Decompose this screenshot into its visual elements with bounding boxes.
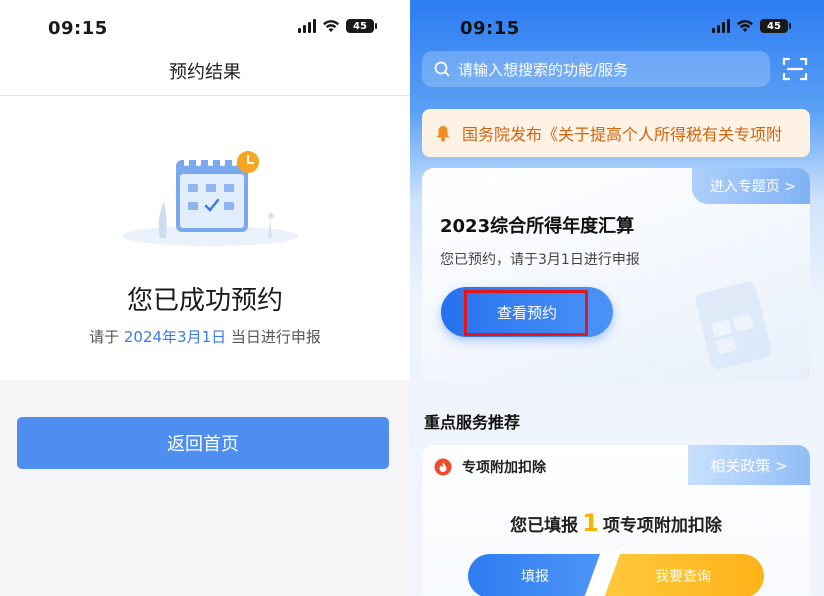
signal-icon [298, 19, 316, 33]
divider [0, 95, 410, 96]
filled-prefix: 您已填报 [510, 516, 579, 536]
declaration-date: 2024年3月1日 [123, 328, 227, 346]
battery-icon: 45 [346, 19, 377, 33]
related-policy-link[interactable]: 相关政策 > [688, 445, 810, 485]
search-placeholder: 请输入想搜索的功能/服务 [458, 60, 629, 79]
card-title: 2023综合所得年度汇算 [440, 216, 635, 237]
query-button[interactable]: 我要查询 [602, 554, 764, 596]
status-bar: 09:15 45 [410, 0, 824, 44]
view-booking-button[interactable]: 查看预约 [441, 287, 613, 337]
status-time: 09:15 [460, 18, 520, 39]
service-label: 专项附加扣除 [462, 460, 546, 476]
notice-text: 国务院发布《关于提高个人所得税有关专项附 [462, 125, 783, 144]
fill-button[interactable]: 填报 [468, 554, 602, 596]
signal-icon [712, 19, 730, 33]
card-subtitle: 您已预约，请于3月1日进行申报 [440, 252, 640, 268]
success-title: 您已成功预约 [126, 286, 283, 316]
search-input[interactable]: 请输入想搜索的功能/服务 [422, 51, 770, 87]
tax-home-screen: 09:15 45 请输入想搜索的功能/服务 国务院发布《关于提高个人所得税有关专… [410, 0, 824, 596]
special-deduction-card: 专项附加扣除 相关政策 > 您已填报 1 项专项附加扣除 填报 我要查询 [422, 445, 810, 596]
sub-prefix: 请于 [89, 328, 120, 346]
booking-result-screen: 09:15 45 预约结果 您已成功预约 请于 2024年3月1日 当日进行申报… [0, 0, 410, 596]
annual-settlement-card: 进入专题页 > 2023综合所得年度汇算 您已预约，请于3月1日进行申报 查看预… [422, 168, 810, 382]
filled-count: 1 [582, 509, 599, 537]
document-decoration-icon [695, 281, 772, 370]
status-bar: 09:15 45 [0, 0, 410, 44]
notice-banner[interactable]: 国务院发布《关于提高个人所得税有关专项附 [422, 109, 810, 157]
section-title: 重点服务推荐 [424, 413, 521, 432]
service-header: 专项附加扣除 [434, 457, 546, 477]
battery-icon: 45 [760, 19, 791, 33]
back-home-button[interactable]: 返回首页 [17, 417, 389, 469]
success-subtitle: 请于 2024年3月1日 当日进行申报 [0, 326, 410, 347]
page-title: 预约结果 [169, 62, 241, 83]
filled-summary: 您已填报 1 项专项附加扣除 [422, 509, 810, 537]
wifi-icon [323, 20, 339, 32]
scan-icon[interactable] [782, 56, 808, 82]
filled-suffix: 项专项附加扣除 [602, 516, 722, 536]
flame-icon [434, 458, 452, 476]
calendar-check-illustration [122, 151, 298, 246]
enter-topic-link[interactable]: 进入专题页 > [691, 168, 810, 204]
wifi-icon [737, 20, 753, 32]
status-time: 09:15 [48, 18, 108, 39]
bell-icon [436, 126, 450, 142]
sub-suffix: 当日进行申报 [230, 328, 321, 346]
search-icon [434, 61, 450, 77]
